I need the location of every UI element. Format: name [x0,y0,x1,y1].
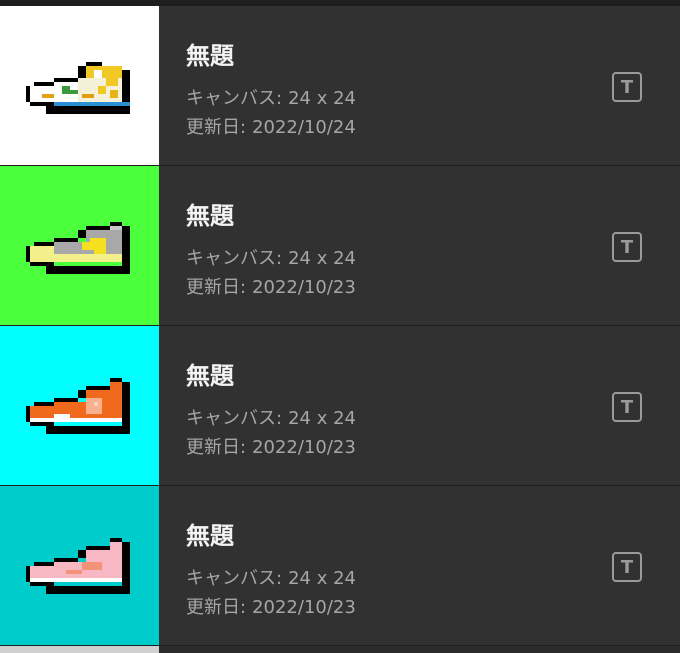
canvas-size-value: 24 x 24 [288,88,356,109]
updated-date-label: 更新日: [186,277,247,298]
artwork-list-item[interactable]: 無題 キャンバス: 24 x 24 更新日: 2022/10/23 T [0,486,680,646]
shoe-pixel-art [26,378,130,434]
artwork-title: 無題 [186,522,234,550]
canvas-size-value: 24 x 24 [288,408,356,429]
artwork-list-item[interactable]: 無題 キャンバス: 24 x 24 更新日: 2022/10/24 T [0,6,680,166]
shoe-pixel-art [26,538,130,594]
canvas-size-label: キャンバス: [186,88,283,109]
artwork-title: 無題 [186,202,234,230]
text-format-icon[interactable]: T [612,552,642,582]
canvas-size-label: キャンバス: [186,248,283,269]
shoe-pixel-art [26,62,130,114]
canvas-size-label: キャンバス: [186,568,283,589]
next-item-peek [0,646,159,653]
updated-date-label: 更新日: [186,117,247,138]
canvas-size-value: 24 x 24 [288,248,356,269]
updated-date-value: 2022/10/24 [252,117,356,138]
artwork-list: 無題 キャンバス: 24 x 24 更新日: 2022/10/24 T 無題 キ… [0,6,680,646]
artwork-thumbnail[interactable] [0,326,159,485]
updated-date-line: 更新日: 2022/10/24 [186,113,356,139]
updated-date-line: 更新日: 2022/10/23 [186,273,356,299]
artwork-title: 無題 [186,42,234,70]
text-format-icon[interactable]: T [612,72,642,102]
shoe-pixel-art [26,222,130,274]
canvas-size-line: キャンバス: 24 x 24 [186,404,356,430]
updated-date-label: 更新日: [186,597,247,618]
text-format-icon[interactable]: T [612,232,642,262]
canvas-size-value: 24 x 24 [288,568,356,589]
updated-date-line: 更新日: 2022/10/23 [186,593,356,619]
artwork-thumbnail[interactable] [0,166,159,325]
updated-date-line: 更新日: 2022/10/23 [186,433,356,459]
canvas-size-line: キャンバス: 24 x 24 [186,564,356,590]
canvas-size-line: キャンバス: 24 x 24 [186,244,356,270]
canvas-size-line: キャンバス: 24 x 24 [186,84,356,110]
artwork-thumbnail[interactable] [0,486,159,645]
updated-date-value: 2022/10/23 [252,277,356,298]
text-format-icon[interactable]: T [612,392,642,422]
artwork-thumbnail[interactable] [0,6,159,165]
updated-date-value: 2022/10/23 [252,597,356,618]
updated-date-label: 更新日: [186,437,247,458]
artwork-title: 無題 [186,362,234,390]
canvas-size-label: キャンバス: [186,408,283,429]
updated-date-value: 2022/10/23 [252,437,356,458]
artwork-list-item[interactable]: 無題 キャンバス: 24 x 24 更新日: 2022/10/23 T [0,166,680,326]
artwork-list-item[interactable]: 無題 キャンバス: 24 x 24 更新日: 2022/10/23 T [0,326,680,486]
